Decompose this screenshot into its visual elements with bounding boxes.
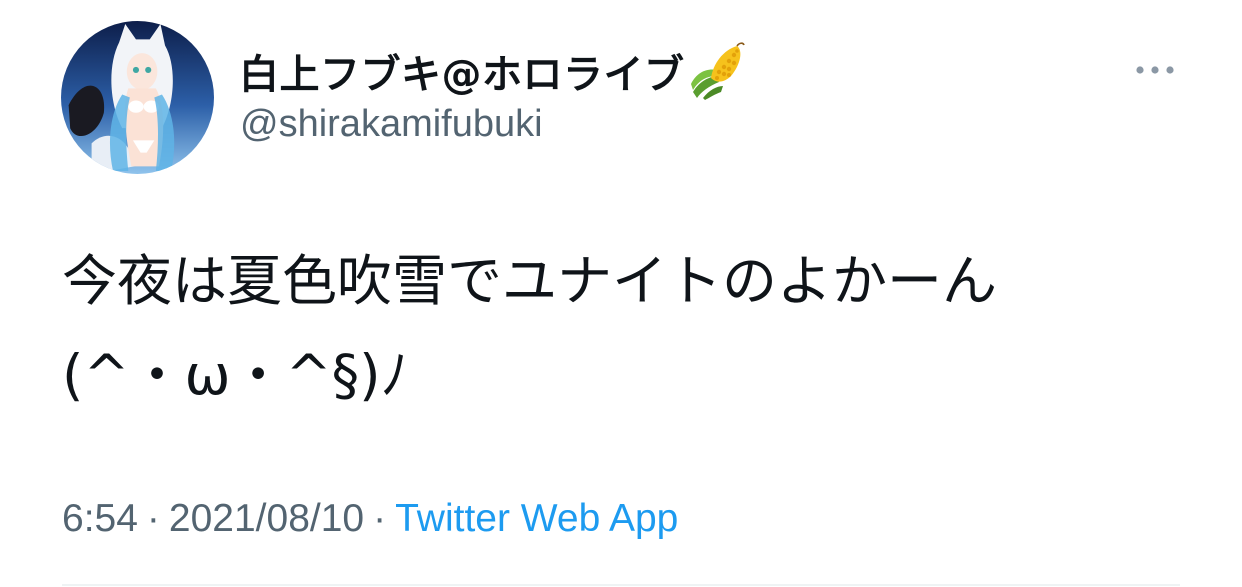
corn-icon <box>689 42 745 100</box>
tweet-text-line: (^・ω・^§)ﾉ <box>62 343 409 407</box>
display-name-row[interactable]: 白上フブキ@ホロライブ <box>239 40 745 102</box>
tweet-meta: 6:54 · 2021/08/10 · Twitter Web App <box>62 497 678 541</box>
meta-separator: · <box>146 497 160 540</box>
more-options-button[interactable] <box>1130 52 1180 88</box>
tweet-date[interactable]: 2021/08/10 <box>169 497 364 540</box>
tweet-time[interactable]: 6:54 <box>62 497 138 540</box>
tweet-text: 今夜は夏色吹雪でユナイトのよかーん (^・ω・^§)ﾉ <box>62 234 1202 422</box>
meta-separator: · <box>373 497 387 540</box>
tweet-source-link[interactable]: Twitter Web App <box>395 497 678 540</box>
tweet-card: 白上フブキ@ホロライブ @shirakamifubuki 今夜は夏色吹雪でユナイ… <box>0 0 1242 587</box>
display-name[interactable]: 白上フブキ@ホロライブ <box>239 42 685 100</box>
avatar-image <box>61 21 214 174</box>
avatar[interactable] <box>61 21 214 174</box>
divider <box>62 584 1180 586</box>
more-horizontal-icon <box>1136 66 1174 74</box>
tweet-text-line: 今夜は夏色吹雪でユナイトのよかーん <box>62 249 998 313</box>
user-handle[interactable]: @shirakamifubuki <box>240 103 543 146</box>
